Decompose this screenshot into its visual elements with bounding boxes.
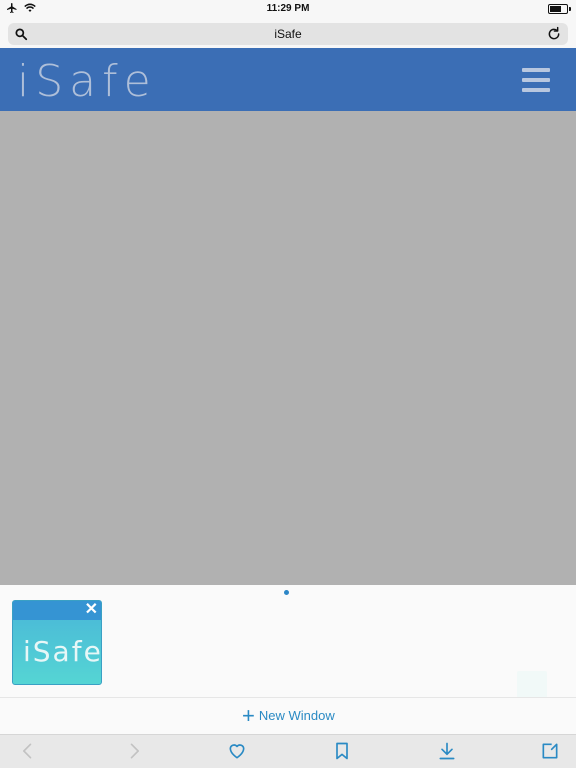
new-window-label: New Window [258,708,335,723]
battery-level [550,6,561,12]
hamburger-icon[interactable] [522,68,550,92]
new-window-button[interactable]: + New Window [242,702,335,728]
site-logo[interactable]: iSafe [17,56,157,107]
bottom-toolbar [0,734,576,768]
reload-icon[interactable] [546,26,562,42]
status-bar: 11:29 PM [0,0,576,20]
back-icon[interactable] [18,741,38,761]
site-header: iSafe [0,48,576,111]
page-content [0,111,576,585]
page-indicator-dot [284,590,289,595]
tab-title: iSafe [23,635,102,668]
status-time: 11:29 PM [266,3,310,14]
share-icon[interactable] [540,741,560,761]
bookmark-icon[interactable] [332,741,352,761]
scroll-top-button[interactable] [517,671,547,699]
address-bar[interactable]: iSafe [8,23,568,45]
plus-icon: + [242,702,255,728]
address-text[interactable]: iSafe [8,27,568,41]
heart-icon[interactable] [227,741,247,761]
download-icon[interactable] [437,741,457,761]
close-icon[interactable]: ✕ [85,602,98,618]
tab-tray: ✕ iSafe [0,585,576,699]
forward-icon[interactable] [124,741,144,761]
new-window-row: + New Window [0,697,576,734]
battery-icon [548,4,571,14]
tab-thumbnail-bar: ✕ [13,601,101,620]
address-row: iSafe [0,20,576,48]
tab-thumbnail[interactable]: ✕ iSafe [12,600,102,685]
